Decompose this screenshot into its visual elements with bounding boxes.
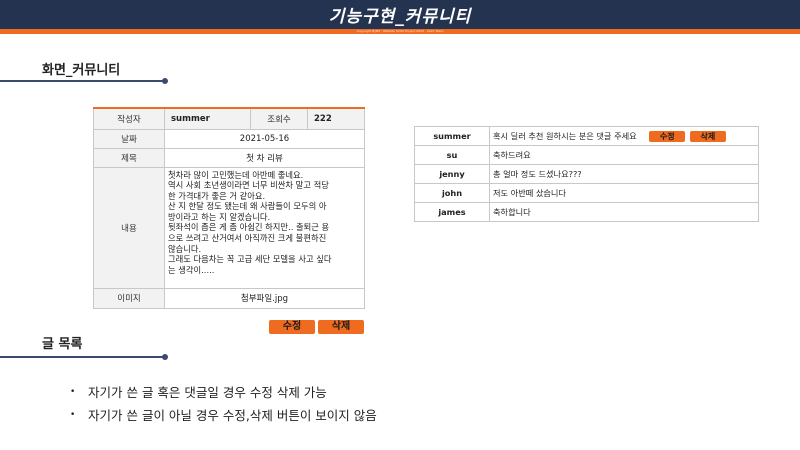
bullet-icon: • [70,386,76,397]
header-bar: 기능구현_커뮤니티 [0,0,800,29]
date-label: 날짜 [93,128,165,149]
comment-author: john [414,183,490,203]
comment-text: 축하합니다 [489,202,759,222]
header-accent-bar: Copyright ByBit · Website UI/UX Project … [0,29,800,34]
comment-author: james [414,202,490,222]
section-divider-dot [162,354,168,360]
views-label: 조회수 [250,107,308,130]
image-label: 이미지 [93,287,165,309]
comment-row: su 축하드려요 [414,145,759,165]
post-title-value: 첫 차 리뷰 [164,147,365,168]
content-label: 내용 [93,166,165,289]
post-delete-button[interactable]: 삭제 [318,320,364,334]
comment-text: 축하드려요 [489,145,759,165]
comments-table: summer 혹시 딜러 추천 원하시는 분은 댓글 주세요 수정 삭제 su … [414,126,759,222]
content-line: 첫차라 많이 고민했는데 아반떼 좋네요. [168,169,304,180]
list-item: • 자기가 쓴 글이 아닐 경우 수정,삭제 버튼이 보이지 않음 [70,403,377,426]
section-title-screen: 화면_커뮤니티 [42,63,121,78]
attachment-link[interactable]: 첨부파일.jpg [164,287,365,309]
section-divider-line [0,356,164,358]
comment-row: jenny 총 얼마 정도 드셨나요??? [414,164,759,184]
notes-list: • 자기가 쓴 글 혹은 댓글일 경우 수정 삭제 가능 • 자기가 쓴 글이 … [70,380,377,426]
comment-cell: 혹시 딜러 추천 원하시는 분은 댓글 주세요 수정 삭제 [489,126,759,146]
post-detail-table: 작성자 summer 조회수 222 날짜 2021-05-16 제목 첫 차 … [93,107,365,309]
post-edit-button[interactable]: 수정 [269,320,315,334]
section-divider-line [0,80,164,82]
content-line: 방이라고 하는 지 알겠습니다. [168,211,271,222]
content-line: 는 생각이..... [168,264,215,275]
author-value: summer [164,107,251,130]
slide-title: 기능구현_커뮤니티 [328,7,472,27]
content-line: 뒷좌석이 좁은 게 좀 아쉽긴 하지만.. 출퇴근 용 [168,222,330,233]
comment-row: james 축하합니다 [414,202,759,222]
section-title-post-list: 글 목록 [42,337,83,352]
note-text: 자기가 쓴 글이 아닐 경우 수정,삭제 버튼이 보이지 않음 [88,408,377,423]
post-content: 첫차라 많이 고민했는데 아반떼 좋네요. 역시 사회 초년생이라면 너무 비싼… [164,166,365,289]
comment-author: jenny [414,164,490,184]
date-value: 2021-05-16 [164,128,365,149]
bullet-icon: • [70,409,76,420]
list-item: • 자기가 쓴 글 혹은 댓글일 경우 수정 삭제 가능 [70,380,377,403]
content-line: 한 가격대가 좋은 거 같아요. [168,190,266,201]
comment-author: su [414,145,490,165]
content-line: 산 지 한달 정도 됐는데 왜 사람들이 모두의 아 [168,201,327,212]
comment-delete-button[interactable]: 삭제 [689,131,726,142]
author-label: 작성자 [93,107,165,130]
content-line: 않습니다. [168,243,202,254]
note-text: 자기가 쓴 글 혹은 댓글일 경우 수정 삭제 가능 [88,385,327,400]
comment-edit-button[interactable]: 수정 [649,131,686,142]
comment-author: summer [414,126,490,146]
content-line: 으로 쓰려고 산거여서 아직까진 크게 불편하진 [168,233,327,244]
comment-row: summer 혹시 딜러 추천 원하시는 분은 댓글 주세요 수정 삭제 [414,126,759,146]
content-line: 그래도 다음차는 꼭 고급 세단 모델을 사고 싶다 [168,254,332,265]
section-divider-dot [162,78,168,84]
header-subtitle: Copyright ByBit · Website UI/UX Project … [356,29,444,33]
comment-text: 혹시 딜러 추천 원하시는 분은 댓글 주세요 [493,131,637,141]
comment-text: 총 얼마 정도 드셨나요??? [489,164,759,184]
comment-row: john 저도 아반떼 샀습니다 [414,183,759,203]
views-value: 222 [307,107,365,130]
comment-text: 저도 아반떼 샀습니다 [489,183,759,203]
title-label: 제목 [93,147,165,168]
content-line: 역시 사회 초년생이라면 너무 비싼차 말고 적당 [168,180,329,191]
